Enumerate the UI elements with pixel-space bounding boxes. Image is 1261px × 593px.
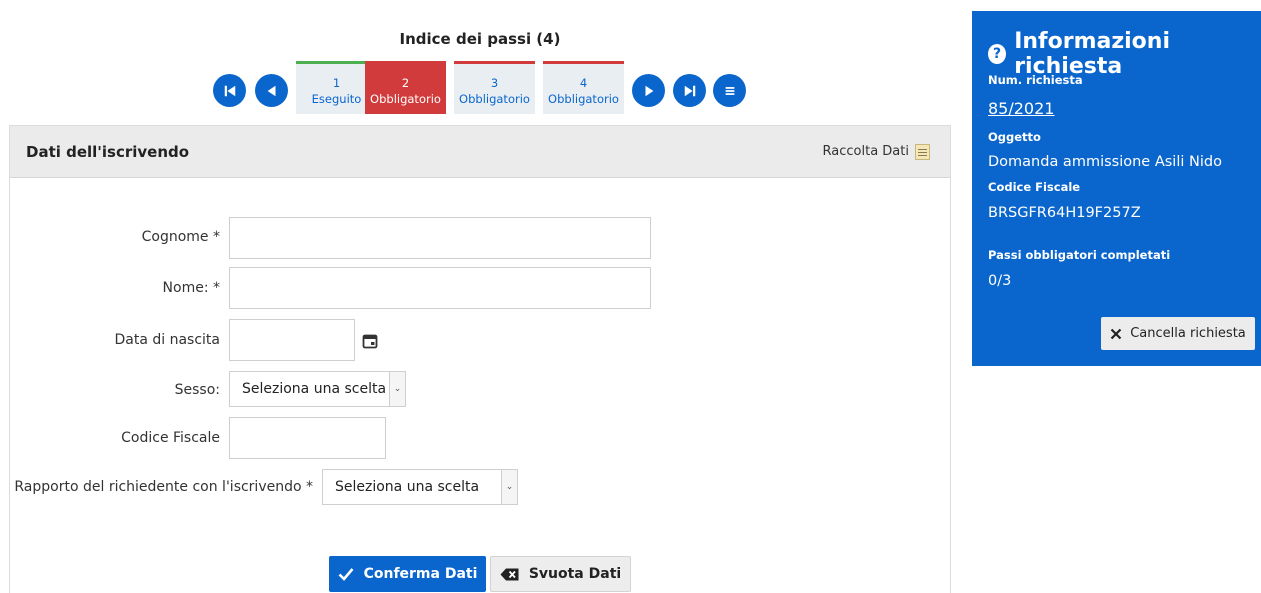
question-icon: ? (988, 44, 1007, 64)
backspace-icon (500, 568, 519, 580)
cognome-label: Cognome * (141, 229, 220, 245)
step-number: 4 (579, 76, 588, 90)
skip-last-icon (684, 85, 695, 96)
chevron-down-icon: ⌄ (501, 470, 517, 504)
passi-value: 0/3 (988, 273, 1012, 289)
next-step-button[interactable] (632, 74, 665, 107)
codice-fiscale-label: Codice Fiscale (121, 430, 220, 446)
info-title: ? Informazioni richiesta (988, 29, 1261, 79)
sesso-select-value: Seleziona una scelta (242, 381, 387, 397)
oggetto-value: Domanda ammissione Asili Nido (988, 154, 1222, 170)
codice-fiscale-info-label: Codice Fiscale (988, 180, 1081, 194)
passi-label: Passi obbligatori completati (988, 248, 1171, 262)
panel-title: Dati dell'iscrivendo (26, 142, 190, 161)
caret-left-icon (267, 85, 275, 96)
chevron-down-icon: ⌄ (389, 372, 405, 406)
calendar-icon[interactable] (362, 333, 378, 349)
cancella-richiesta-button[interactable]: Cancella richiesta (1101, 317, 1255, 350)
close-icon (1110, 328, 1122, 339)
step-number: 2 (401, 76, 410, 90)
step-4[interactable]: 4 Obbligatorio (543, 61, 624, 114)
last-step-button[interactable] (673, 74, 706, 107)
prev-step-button[interactable] (255, 74, 288, 107)
svuota-dati-button[interactable]: Svuota Dati (490, 556, 631, 592)
notepad-icon (915, 143, 930, 160)
codice-fiscale-field[interactable] (229, 417, 386, 459)
caret-right-icon (645, 85, 653, 96)
form-panel: Dati dell'iscrivendo Raccolta Dati (9, 125, 951, 593)
sesso-label: Sesso: (174, 382, 220, 398)
step-2[interactable]: 2 Obbligatorio (365, 61, 446, 114)
raccolta-dati-link[interactable]: Raccolta Dati (822, 143, 930, 160)
rapporto-label: Rapporto del richiedente con l'iscrivend… (14, 479, 313, 495)
sesso-select[interactable]: Seleziona una scelta ⌄ (229, 371, 406, 407)
num-richiesta-label: Num. richiesta (988, 73, 1083, 87)
first-step-button[interactable] (213, 74, 246, 107)
rapporto-select[interactable]: Seleziona una scelta ⌄ (322, 469, 518, 505)
nome-label: Nome: * (162, 280, 220, 296)
data-nascita-field[interactable] (229, 319, 355, 361)
steps-title: Indice dei passi (4) (399, 30, 561, 48)
panel-header: Dati dell'iscrivendo Raccolta Dati (10, 126, 950, 178)
info-title-text: Informazioni richiesta (1014, 29, 1171, 79)
steps-menu-button[interactable] (713, 74, 746, 107)
codice-fiscale-info-value: BRSGFR64H19F257Z (988, 205, 1141, 221)
nome-field[interactable] (229, 267, 651, 309)
step-label: Obbligatorio (370, 92, 441, 106)
menu-icon (725, 86, 734, 95)
step-number: 3 (490, 76, 499, 90)
step-label: Eseguito (311, 92, 362, 106)
nascita-label: Data di nascita (114, 332, 220, 348)
rapporto-select-value: Seleziona una scelta (335, 479, 480, 495)
cognome-field[interactable] (229, 217, 651, 259)
checkmark-icon (338, 568, 354, 581)
step-label: Obbligatorio (459, 92, 530, 106)
step-label: Obbligatorio (548, 92, 619, 106)
svuota-dati-label: Svuota Dati (528, 566, 622, 582)
oggetto-label: Oggetto (988, 130, 1041, 144)
skip-first-icon (224, 85, 235, 96)
step-3[interactable]: 3 Obbligatorio (454, 61, 535, 114)
raccolta-dati-label: Raccolta Dati (822, 144, 909, 159)
conferma-dati-button[interactable]: Conferma Dati (329, 556, 486, 592)
info-panel: ? Informazioni richiesta Num. richiesta … (972, 11, 1261, 366)
conferma-dati-label: Conferma Dati (363, 566, 478, 582)
num-richiesta-link[interactable]: 85/2021 (988, 99, 1054, 118)
cancella-richiesta-label: Cancella richiesta (1130, 326, 1246, 341)
